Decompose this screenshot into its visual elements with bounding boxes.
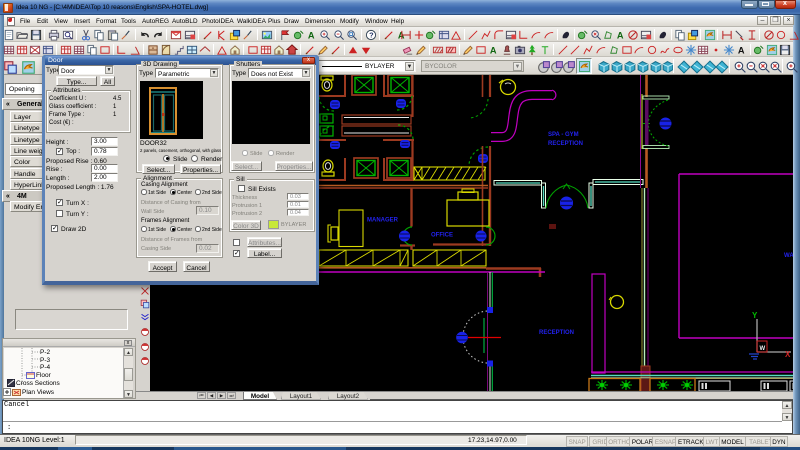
svg-text:RECEPTION: RECEPTION	[548, 141, 583, 147]
svg-text:X: X	[785, 350, 791, 359]
svg-text:A: A	[490, 45, 497, 55]
svg-text:?: ?	[369, 30, 374, 39]
svg-text:SPA - GYM: SPA - GYM	[548, 132, 579, 138]
svg-text:W: W	[760, 346, 766, 352]
svg-text:WAT: WAT	[784, 253, 793, 259]
svg-text:A: A	[308, 30, 315, 40]
svg-text:MANAGER: MANAGER	[367, 218, 399, 224]
svg-text:OFFICE: OFFICE	[431, 233, 453, 239]
svg-text:A: A	[617, 30, 624, 40]
svg-text:Y: Y	[752, 311, 758, 320]
svg-text:A: A	[738, 45, 745, 55]
svg-text:RECEPTION: RECEPTION	[539, 330, 574, 336]
